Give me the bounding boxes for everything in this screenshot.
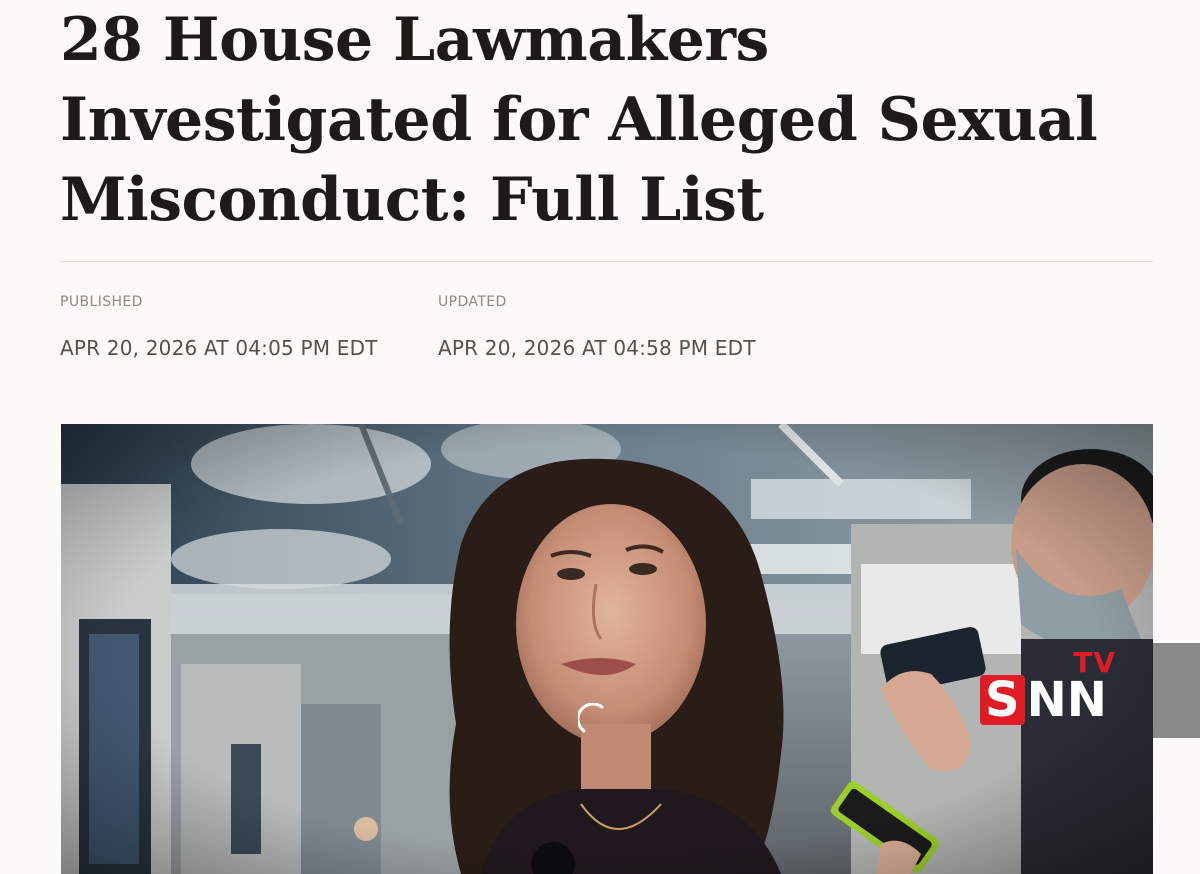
updated-meta: UPDATED APR 20, 2026 AT 04:58 PM EDT xyxy=(438,292,756,362)
header-divider xyxy=(60,261,1153,262)
snn-logo-nn: NN xyxy=(1026,672,1107,728)
loading-spinner-icon xyxy=(578,703,604,733)
snn-tv-logo: TV S NN xyxy=(978,648,1118,728)
article-page: 28 House Lawmakers Investigated for Alle… xyxy=(0,0,1200,874)
article-headline: 28 House Lawmakers Investigated for Alle… xyxy=(60,5,1098,235)
snn-logo-main: S NN xyxy=(980,674,1107,726)
published-meta: PUBLISHED APR 20, 2026 AT 04:05 PM EDT xyxy=(60,292,378,362)
published-label: PUBLISHED xyxy=(60,294,143,310)
updated-date: APR 20, 2026 AT 04:58 PM EDT xyxy=(438,336,756,360)
published-date: APR 20, 2026 AT 04:05 PM EDT xyxy=(60,336,378,360)
snn-logo-s: S xyxy=(980,675,1025,725)
scroll-side-tab[interactable] xyxy=(1153,643,1200,738)
updated-label: UPDATED xyxy=(438,294,507,310)
